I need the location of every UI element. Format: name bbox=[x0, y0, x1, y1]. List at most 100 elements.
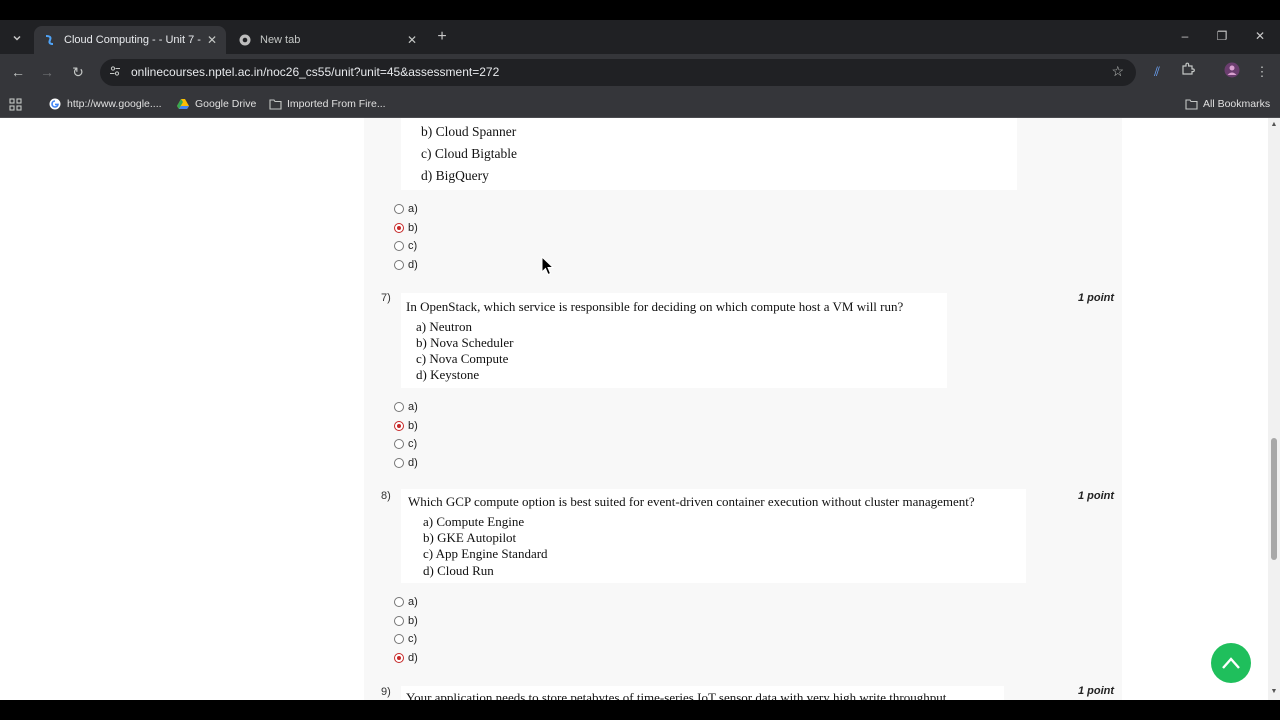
option-label: b) bbox=[408, 222, 418, 234]
menu-kebab-icon[interactable]: ⋮ bbox=[1252, 62, 1272, 82]
bookmark-google-drive[interactable]: Google Drive bbox=[176, 96, 256, 112]
page-scrollbar[interactable]: ▲ ▼ bbox=[1268, 118, 1280, 700]
scroll-down-arrow-icon[interactable]: ▼ bbox=[1270, 688, 1278, 695]
question-8-number: 8) bbox=[381, 490, 391, 502]
minimize-icon[interactable]: – bbox=[1175, 26, 1195, 46]
q6-option-a[interactable]: a) bbox=[394, 203, 418, 215]
question-8-box: Which GCP compute option is best suited … bbox=[401, 489, 1026, 583]
forward-arrow-icon[interactable]: → bbox=[37, 62, 57, 82]
close-icon[interactable]: ✕ bbox=[204, 33, 220, 47]
q7-option-d[interactable]: d) bbox=[394, 457, 418, 469]
tab-strip: Cloud Computing - - Unit 7 - W ✕ New tab… bbox=[0, 20, 1280, 54]
chrome-icon bbox=[238, 33, 252, 47]
bookmark-imported-folder[interactable]: Imported From Fire... bbox=[268, 96, 386, 112]
radio-button[interactable] bbox=[394, 241, 404, 251]
scroll-up-arrow-icon[interactable]: ▲ bbox=[1270, 121, 1278, 128]
all-bookmarks-button[interactable]: All Bookmarks bbox=[1184, 96, 1270, 112]
scroll-to-top-button[interactable] bbox=[1211, 643, 1251, 683]
question-8-points: 1 point bbox=[1078, 490, 1115, 502]
new-tab-plus-icon[interactable]: + bbox=[432, 27, 452, 47]
bookmarks-bar: http://www.google.... Google Drive Impor… bbox=[0, 90, 1280, 118]
window-close-icon[interactable]: ✕ bbox=[1250, 26, 1270, 46]
q8-option-a[interactable]: a) bbox=[394, 596, 418, 608]
choice-text: c) Cloud Bigtable bbox=[421, 146, 517, 161]
tab-title: New tab bbox=[260, 34, 301, 46]
assessment-column bbox=[364, 118, 1122, 700]
question-7-points: 1 point bbox=[1078, 292, 1115, 304]
bookmark-label: Imported From Fire... bbox=[287, 98, 386, 110]
swayam-icon bbox=[42, 33, 56, 47]
q7-option-b[interactable]: b) bbox=[394, 420, 418, 432]
option-label: c) bbox=[408, 240, 418, 252]
option-label: c) bbox=[408, 438, 418, 450]
question-7-box: In OpenStack, which service is responsib… bbox=[401, 293, 947, 388]
choice-text: a) Compute Engine bbox=[423, 514, 525, 529]
question-text: Your application needs to store petabyte… bbox=[406, 690, 947, 700]
tab-title: Cloud Computing - - Unit 7 - W bbox=[64, 34, 204, 46]
url-text: onlinecourses.nptel.ac.in/noc26_cs55/uni… bbox=[131, 65, 500, 79]
option-label: a) bbox=[408, 401, 418, 413]
question-9-box: Your application needs to store petabyte… bbox=[401, 686, 1004, 700]
google-icon bbox=[48, 97, 62, 111]
question-text: In OpenStack, which service is responsib… bbox=[406, 299, 904, 314]
mouse-cursor-icon bbox=[541, 256, 555, 276]
q6-option-c[interactable]: c) bbox=[394, 240, 417, 252]
apps-grid-icon[interactable] bbox=[9, 96, 22, 112]
radio-button-selected[interactable] bbox=[394, 421, 404, 431]
scrollbar-thumb[interactable] bbox=[1271, 438, 1277, 560]
q6-option-d[interactable]: d) bbox=[394, 259, 418, 271]
extensions-puzzle-icon[interactable] bbox=[1178, 62, 1198, 82]
restore-icon[interactable]: ❐ bbox=[1212, 26, 1232, 46]
close-icon[interactable]: ✕ bbox=[404, 33, 420, 47]
option-label: a) bbox=[408, 596, 418, 608]
radio-button-selected[interactable] bbox=[394, 653, 404, 663]
choice-text: d) BigQuery bbox=[421, 168, 489, 183]
profile-avatar[interactable] bbox=[1222, 62, 1242, 82]
tab-new-tab[interactable]: New tab ✕ bbox=[230, 26, 426, 54]
reload-icon[interactable]: ↻ bbox=[68, 62, 88, 82]
question-9-points: 1 point bbox=[1078, 685, 1115, 697]
question-6-box: b) Cloud Spanner c) Cloud Bigtable d) Bi… bbox=[401, 118, 1017, 190]
choice-text: b) Nova Scheduler bbox=[416, 335, 514, 350]
letterbox-top bbox=[0, 0, 1280, 20]
back-arrow-icon[interactable]: ← bbox=[8, 62, 28, 82]
tab-cloud-computing[interactable]: Cloud Computing - - Unit 7 - W ✕ bbox=[34, 26, 226, 54]
radio-button[interactable] bbox=[394, 458, 404, 468]
choice-text: d) Cloud Run bbox=[423, 563, 494, 578]
q8-option-d[interactable]: d) bbox=[394, 652, 418, 664]
tab-search-button[interactable] bbox=[6, 27, 28, 49]
address-bar[interactable]: onlinecourses.nptel.ac.in/noc26_cs55/uni… bbox=[100, 59, 1136, 86]
option-label: c) bbox=[408, 633, 418, 645]
choice-text: b) GKE Autopilot bbox=[423, 530, 517, 545]
option-label: a) bbox=[408, 203, 418, 215]
page-content: b) Cloud Spanner c) Cloud Bigtable d) Bi… bbox=[0, 118, 1268, 700]
q6-option-b[interactable]: b) bbox=[394, 222, 418, 234]
radio-button[interactable] bbox=[394, 439, 404, 449]
radio-button[interactable] bbox=[394, 260, 404, 270]
all-bookmarks-label: All Bookmarks bbox=[1203, 98, 1271, 110]
radio-button[interactable] bbox=[394, 402, 404, 412]
radio-button[interactable] bbox=[394, 634, 404, 644]
option-label: d) bbox=[408, 259, 418, 271]
q8-option-c[interactable]: c) bbox=[394, 633, 417, 645]
radio-button[interactable] bbox=[394, 597, 404, 607]
q8-option-b[interactable]: b) bbox=[394, 615, 418, 627]
q7-option-c[interactable]: c) bbox=[394, 438, 417, 450]
radio-button-selected[interactable] bbox=[394, 223, 404, 233]
chevron-down-icon bbox=[13, 35, 21, 41]
choice-text: d) Keystone bbox=[416, 367, 480, 382]
bookmark-label: http://www.google.... bbox=[67, 98, 162, 110]
radio-button[interactable] bbox=[394, 204, 404, 214]
q7-option-a[interactable]: a) bbox=[394, 401, 418, 413]
site-info-icon[interactable] bbox=[108, 65, 122, 79]
choice-text: b) Cloud Spanner bbox=[421, 124, 517, 139]
bookmark-google[interactable]: http://www.google.... bbox=[48, 96, 162, 112]
drive-icon bbox=[176, 97, 190, 111]
radio-button[interactable] bbox=[394, 616, 404, 626]
bookmark-label: Google Drive bbox=[195, 98, 257, 110]
question-9-number: 9) bbox=[381, 686, 391, 698]
folder-icon bbox=[268, 97, 282, 111]
folder-icon bbox=[1184, 97, 1198, 111]
bookmark-star-icon[interactable]: ☆ bbox=[1111, 63, 1124, 80]
extension-ai-icon[interactable]: ⫽ bbox=[1147, 62, 1167, 82]
